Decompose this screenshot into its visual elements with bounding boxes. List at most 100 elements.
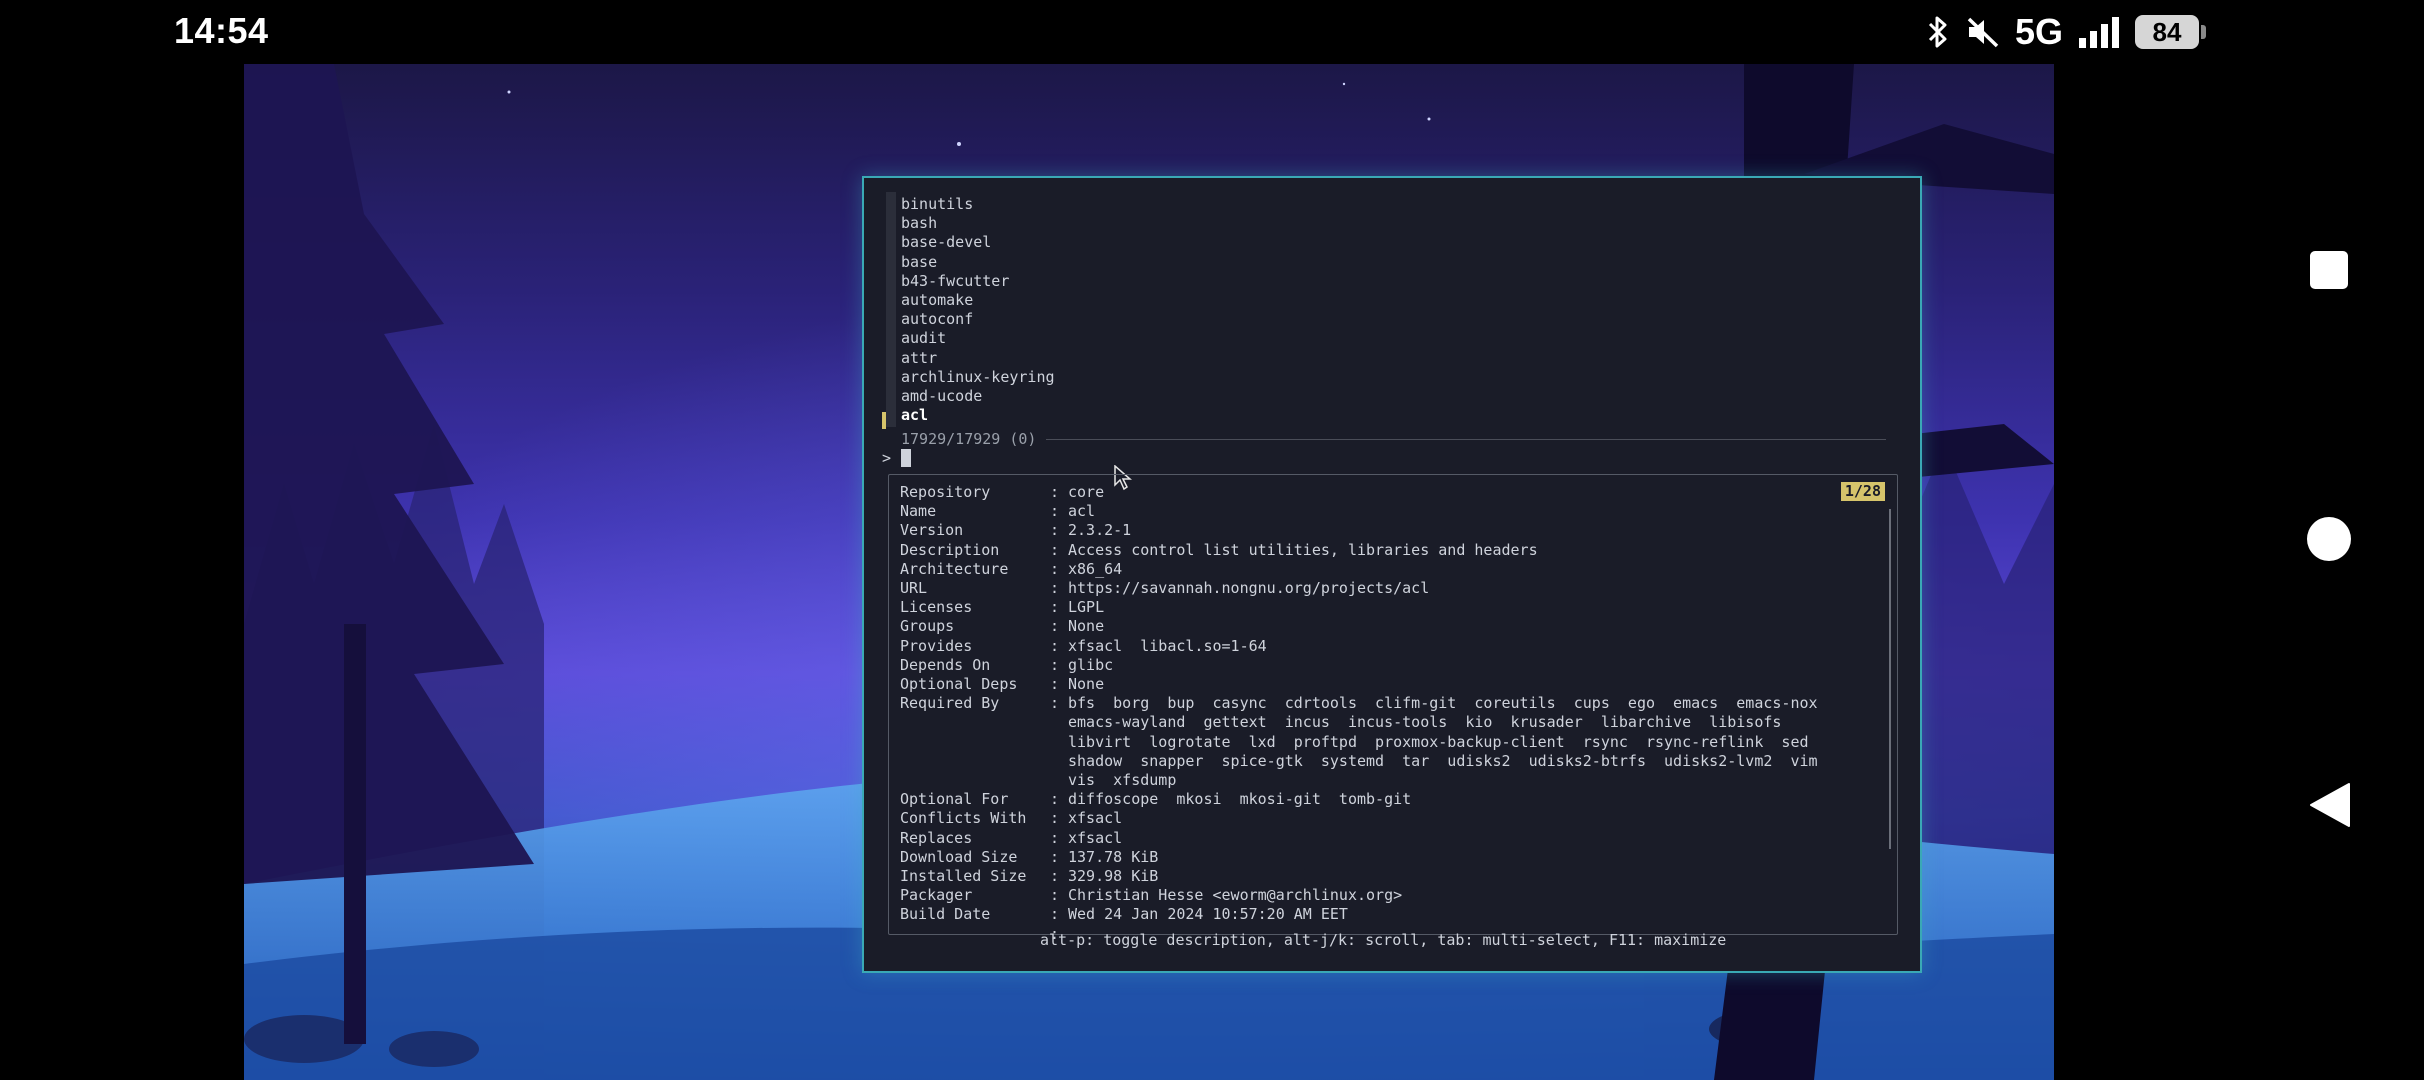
info-key: Replaces <box>900 828 973 847</box>
list-item[interactable]: binutils <box>901 195 1055 214</box>
info-row: Replaces: xfsacl <box>900 829 1848 848</box>
info-value: core <box>1068 483 1105 501</box>
signal-icon <box>2077 12 2121 52</box>
info-value: xfsacl <box>1068 828 1123 847</box>
recent-apps-button[interactable] <box>2234 250 2424 290</box>
info-key: Download Size <box>900 847 1018 866</box>
info-row: Conflicts With: xfsacl <box>900 809 1848 828</box>
info-row: Required By: bfs borg bup casync cdrtools… <box>900 694 1848 790</box>
info-row: Architecture: x86_64 <box>900 560 1848 579</box>
status-bar: 14:54 5G 84 <box>0 0 2424 64</box>
list-gutter <box>886 192 896 427</box>
preview-scrollbar[interactable] <box>1889 509 1891 849</box>
info-key: Build Date <box>900 905 991 924</box>
info-key: Packager <box>900 886 973 905</box>
info-key: Optional Deps <box>900 675 1018 694</box>
info-value: Access control list utilities, libraries… <box>1068 540 1538 559</box>
back-button[interactable] <box>2234 782 2424 828</box>
back-triangle-icon <box>2310 783 2350 827</box>
status-icons: 5G 84 <box>1925 11 2206 52</box>
info-value: https://savannah.nongnu.org/projects/acl <box>1068 579 1430 598</box>
list-item[interactable]: b43-fwcutter <box>901 272 1055 291</box>
keybinding-hint: alt-p: toggle description, alt-j/k: scro… <box>1040 931 1727 949</box>
package-list[interactable]: binutils bash base-devel base b43-fwcutt… <box>901 195 1055 425</box>
info-key: Installed Size <box>900 867 1027 886</box>
info-value: 329.98 KiB <box>1068 867 1159 886</box>
info-value: bfs borg bup casync cdrtools clifm-git c… <box>1068 694 1818 790</box>
search-prompt[interactable]: > <box>882 449 912 467</box>
info-row: Name: acl <box>900 502 1848 521</box>
list-item[interactable]: bash <box>901 214 1055 233</box>
info-row: Description: Access control list utilitie… <box>900 541 1848 560</box>
info-value: 137.78 KiB <box>1068 847 1159 866</box>
info-key: Optional For <box>900 790 1009 809</box>
info-row: Download Size:137.78 KiB <box>900 848 1848 867</box>
info-row: Packager: Christian Hesse <eworm@archlinu… <box>900 886 1848 905</box>
list-item[interactable]: amd-ucode <box>901 387 1055 406</box>
terminal-window[interactable]: binutils bash base-devel base b43-fwcutt… <box>862 176 1922 973</box>
info-row: Installed Size:329.98 KiB <box>900 867 1848 886</box>
list-item[interactable]: autoconf <box>901 310 1055 329</box>
info-key: Groups <box>900 617 955 636</box>
selected-list-item[interactable]: acl <box>901 406 1055 425</box>
info-row: URL: https://savannah.nongnu.org/projects… <box>900 579 1848 598</box>
status-time: 14:54 <box>174 10 269 51</box>
info-value: LGPL <box>1068 598 1105 617</box>
info-row: Build Date: Wed 24 Jan 2024 10:57:20 AM E… <box>900 905 1848 924</box>
info-value: x86_64 <box>1068 559 1123 578</box>
divider <box>1046 438 1887 440</box>
info-key: Provides <box>900 636 973 655</box>
info-value: Christian Hesse <eworm@archlinux.org> <box>1068 886 1403 905</box>
info-key: Architecture <box>900 559 1009 578</box>
info-row: Provides: xfsacl libacl.so=1-64 <box>900 637 1848 656</box>
info-key <box>900 925 1050 944</box>
match-count-text: 17929/17929 (0) <box>901 430 1037 448</box>
info-row: Licenses: LGPL <box>900 598 1848 617</box>
home-button[interactable] <box>2234 516 2424 562</box>
bluetooth-icon <box>1925 12 1951 52</box>
info-key: Required By <box>900 694 1000 713</box>
info-key: Depends On <box>900 655 991 674</box>
info-value: xfsacl libacl.so=1-64 <box>1068 636 1267 655</box>
info-value: xfsacl <box>1068 809 1123 828</box>
prompt-symbol: > <box>882 449 892 467</box>
info-value: acl <box>1068 502 1096 521</box>
list-item[interactable]: automake <box>901 291 1055 310</box>
square-icon <box>2310 251 2348 289</box>
info-row: Groups: None <box>900 617 1848 636</box>
info-key: Licenses <box>900 598 973 617</box>
info-row: Optional For: diffoscope mkosi mkosi-git … <box>900 790 1848 809</box>
list-item[interactable]: attr <box>901 349 1055 368</box>
info-value: None <box>1068 675 1105 694</box>
info-value: None <box>1068 617 1105 636</box>
info-key: Version <box>900 521 964 540</box>
network-type: 5G <box>2014 11 2063 52</box>
list-item[interactable]: archlinux-keyring <box>901 368 1055 387</box>
desktop-viewport: binutils bash base-devel base b43-fwcutt… <box>244 64 2054 1080</box>
mute-icon <box>1965 12 2001 52</box>
info-row: Version:2.3.2-1 <box>900 521 1848 540</box>
info-row: Optional Deps: None <box>900 675 1848 694</box>
info-value: diffoscope mkosi mkosi-git tomb-git <box>1068 790 1412 809</box>
preview-pane[interactable]: 1/28 Repository: core Name: acl Version:2.… <box>888 474 1898 943</box>
match-count: 17929/17929 (0) <box>901 430 1887 448</box>
info-key: Name <box>900 502 937 521</box>
list-item[interactable]: base <box>901 253 1055 272</box>
navigation-bar <box>2234 64 2424 1080</box>
info-key: URL <box>900 579 928 598</box>
info-value: glibc <box>1068 655 1114 674</box>
battery-icon: 84 <box>2135 12 2206 52</box>
info-key: Repository <box>900 483 991 501</box>
circle-icon <box>2307 517 2351 561</box>
info-value: 2.3.2-1 <box>1068 521 1132 540</box>
info-row: Depends On: glibc <box>900 656 1848 675</box>
info-key: Conflicts With <box>900 809 1027 828</box>
info-key: Description <box>900 540 1000 559</box>
list-item[interactable]: audit <box>901 329 1055 348</box>
list-item[interactable]: base-devel <box>901 233 1055 252</box>
selection-marker <box>882 412 886 429</box>
info-row: Repository: core <box>900 483 1848 502</box>
info-value: Wed 24 Jan 2024 10:57:20 AM EET <box>1068 905 1348 924</box>
package-info: Repository: core Name: acl Version:2.3.2-1… <box>900 483 1848 944</box>
text-cursor <box>901 449 912 467</box>
